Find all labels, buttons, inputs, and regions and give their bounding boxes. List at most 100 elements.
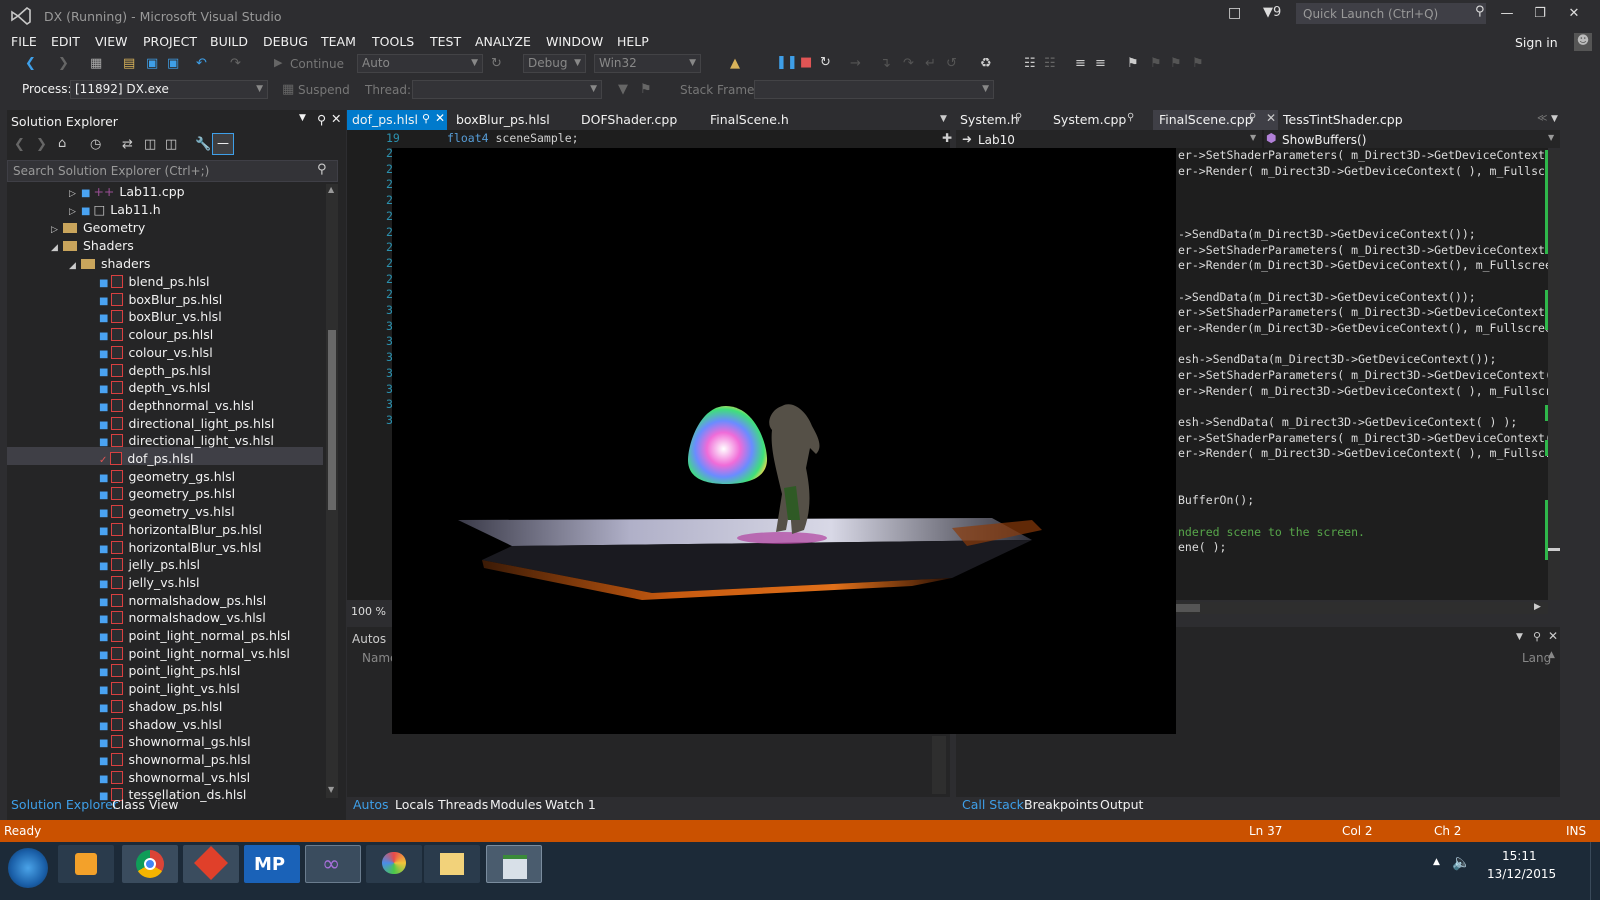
menu-build[interactable]: BUILD	[210, 34, 248, 49]
tree-item-hlsl-file[interactable]: ■ geometry_ps.hlsl	[99, 485, 235, 503]
back-icon[interactable]: ❮	[25, 56, 36, 71]
tree-item-hlsl-file[interactable]: ■ depth_vs.hlsl	[99, 379, 210, 397]
bookmark-icon[interactable]: ⚑	[1127, 56, 1139, 71]
code-line[interactable]: er->SetShaderParameters( m_Direct3D->Get…	[1178, 368, 1552, 382]
close-button[interactable]: ✕	[1560, 6, 1588, 21]
tree-item-hlsl-file[interactable]: ■ point_light_normal_ps.hlsl	[99, 627, 290, 645]
tree-item-hlsl-file[interactable]: ■ jelly_vs.hlsl	[99, 574, 199, 592]
tree-item-lab11-h[interactable]: ▷ ■ □ Lab11.h	[69, 201, 161, 219]
code-line[interactable]: er->Render( m_Direct3D->GetDeviceContext…	[1178, 384, 1559, 398]
code-line[interactable]: er->SetShaderParameters( m_Direct3D->Get…	[1178, 243, 1552, 257]
menu-window[interactable]: WINDOW	[546, 34, 603, 49]
code-line[interactable]: er->Render(m_Direct3D->GetDeviceContext(…	[1178, 321, 1559, 335]
stack-frame-combo[interactable]: ▼	[754, 80, 994, 99]
process-combo[interactable]: [11892] DX.exe ▼	[70, 80, 268, 99]
code-line[interactable]: esh->SendData(m_Direct3D->GetDeviceConte…	[1178, 352, 1497, 366]
tree-item-hlsl-file[interactable]: ■ horizontalBlur_vs.hlsl	[99, 539, 261, 557]
scroll-up-icon[interactable]: ▲	[1548, 650, 1555, 660]
tree-item-shaders-folder[interactable]: ◢ shaders	[69, 255, 150, 273]
pin-icon[interactable]: ⚲	[317, 112, 326, 127]
tree-item-hlsl-file[interactable]: ■ blend_ps.hlsl	[99, 273, 209, 291]
tab-call-stack[interactable]: Call Stack	[962, 797, 1024, 812]
tab-dof-ps[interactable]: dof_ps.hlsl	[352, 112, 418, 127]
clear-bookmarks-icon[interactable]: ⚑	[1192, 56, 1204, 71]
menu-team[interactable]: TEAM	[321, 34, 356, 49]
restore-button[interactable]: ❐	[1526, 6, 1554, 21]
close-icon[interactable]: ✕	[331, 111, 341, 126]
open-folder-icon[interactable]: ▤	[123, 56, 135, 71]
menu-analyze[interactable]: ANALYZE	[475, 34, 531, 49]
close-tab-icon[interactable]: ✕	[435, 111, 445, 125]
new-project-icon[interactable]: ▦	[90, 56, 102, 71]
close-icon[interactable]: ✕	[1548, 629, 1558, 643]
auto-combo[interactable]: Auto ▼	[357, 54, 483, 73]
continue-icon[interactable]: ▶	[274, 56, 282, 69]
code-line[interactable]: ->SendData(m_Direct3D->GetDeviceContext(…	[1178, 290, 1476, 304]
call-stack-lang-column[interactable]: Lang	[1522, 651, 1551, 665]
show-hidden-icons[interactable]: ▲	[1433, 857, 1440, 867]
collapse-icon[interactable]: ◢	[69, 257, 81, 275]
show-next-statement-icon[interactable]: →	[850, 56, 861, 71]
collapse-icon[interactable]: ◢	[51, 239, 63, 257]
tab-output[interactable]: Output	[1100, 797, 1143, 812]
code-line[interactable]: er->SetShaderParameters( m_Direct3D->Get…	[1178, 148, 1552, 162]
taskbar-explorer[interactable]	[424, 845, 480, 883]
next-bookmark-icon[interactable]: ⚑	[1170, 56, 1182, 71]
save-icon[interactable]: ▣	[146, 56, 158, 71]
start-button[interactable]	[8, 848, 48, 888]
tree-item-hlsl-file[interactable]: ■ geometry_vs.hlsl	[99, 503, 235, 521]
menu-view[interactable]: VIEW	[95, 34, 128, 49]
taskbar-paint[interactable]	[366, 845, 422, 883]
show-all-files-icon[interactable]: ◫	[165, 137, 177, 152]
save-all-icon[interactable]: ▣	[167, 56, 179, 71]
tab-solution-explorer[interactable]: Solution Explorer	[11, 797, 118, 812]
threads2-icon[interactable]: ☷	[1044, 56, 1056, 71]
search-icon[interactable]: ⚲	[1475, 4, 1485, 19]
scroll-tabs-icon[interactable]: ≪	[1537, 113, 1547, 124]
tree-item-hlsl-file[interactable]: ■ boxBlur_vs.hlsl	[99, 308, 222, 326]
solution-explorer-search-input[interactable]: Search Solution Explorer (Ctrl+;)	[7, 160, 338, 182]
attach-icon[interactable]: ▲	[730, 56, 740, 71]
flag-threads-icon[interactable]: ⚑	[640, 82, 652, 97]
tab-autos[interactable]: Autos	[353, 797, 389, 812]
tab-system-cpp[interactable]: System.cpp	[1053, 112, 1126, 127]
tab-tesstintshader-cpp[interactable]: TessTintShader.cpp	[1283, 112, 1403, 127]
search-icon[interactable]: ⚲	[317, 162, 327, 177]
code-line[interactable]: ndered scene to the screen.	[1178, 525, 1365, 539]
tree-item-hlsl-file[interactable]: ■ jelly_ps.hlsl	[99, 556, 200, 574]
configuration-combo[interactable]: Debug ▼	[523, 54, 586, 73]
taskbar-media-player[interactable]	[58, 845, 114, 883]
tree-item-geometry[interactable]: ▷ Geometry	[51, 219, 145, 237]
scope-combo[interactable]: ➜ Lab10 ▼	[956, 130, 1262, 148]
step-out-icon[interactable]: ↵	[925, 56, 936, 71]
volume-icon[interactable]: 🔈	[1452, 853, 1471, 871]
refresh-icon[interactable]: ↻	[491, 56, 502, 71]
taskbar-dx-window[interactable]	[486, 845, 542, 883]
tree-item-lab11-cpp[interactable]: ▷ ■ ++ Lab11.cpp	[69, 183, 185, 201]
tree-item-hlsl-file[interactable]: ■ depth_ps.hlsl	[99, 362, 211, 380]
tree-item-hlsl-file[interactable]: ■ shadow_vs.hlsl	[99, 716, 222, 734]
redo-icon[interactable]: ↷	[230, 56, 241, 71]
step-into-icon[interactable]: ↴	[880, 56, 891, 71]
pin-icon[interactable]: ⚲	[1127, 112, 1134, 123]
notification-icon[interactable]: □	[1228, 5, 1241, 21]
dx-game-window[interactable]	[392, 148, 1176, 734]
quick-launch-input[interactable]: Quick Launch (Ctrl+Q)	[1296, 3, 1486, 24]
zoom-level[interactable]: 100 %	[351, 605, 386, 618]
tree-item-hlsl-file[interactable]: ■ point_light_vs.hlsl	[99, 680, 240, 698]
indent-icon[interactable]: ≡	[1075, 56, 1086, 71]
code-line[interactable]: ene( );	[1178, 540, 1226, 554]
tree-item-hlsl-file[interactable]: ■ geometry_gs.hlsl	[99, 468, 235, 486]
code-line[interactable]: er->Render( m_Direct3D->GetDeviceContext…	[1178, 446, 1559, 460]
menu-test[interactable]: TEST	[430, 34, 461, 49]
threads-icon[interactable]: ☷	[1024, 56, 1036, 71]
home-icon[interactable]: ⌂	[58, 136, 66, 151]
code-line[interactable]: BufferOn();	[1178, 493, 1254, 507]
code-line[interactable]: esh->SendData( m_Direct3D->GetDeviceCont…	[1178, 415, 1517, 429]
menu-edit[interactable]: EDIT	[51, 34, 80, 49]
menu-debug[interactable]: DEBUG	[263, 34, 308, 49]
tab-class-view[interactable]: Class View	[112, 797, 179, 812]
tree-item-hlsl-file[interactable]: ■ colour_vs.hlsl	[99, 344, 213, 362]
sign-in-link[interactable]: Sign in	[1515, 35, 1558, 50]
undo-icon[interactable]: ↶	[196, 56, 207, 71]
